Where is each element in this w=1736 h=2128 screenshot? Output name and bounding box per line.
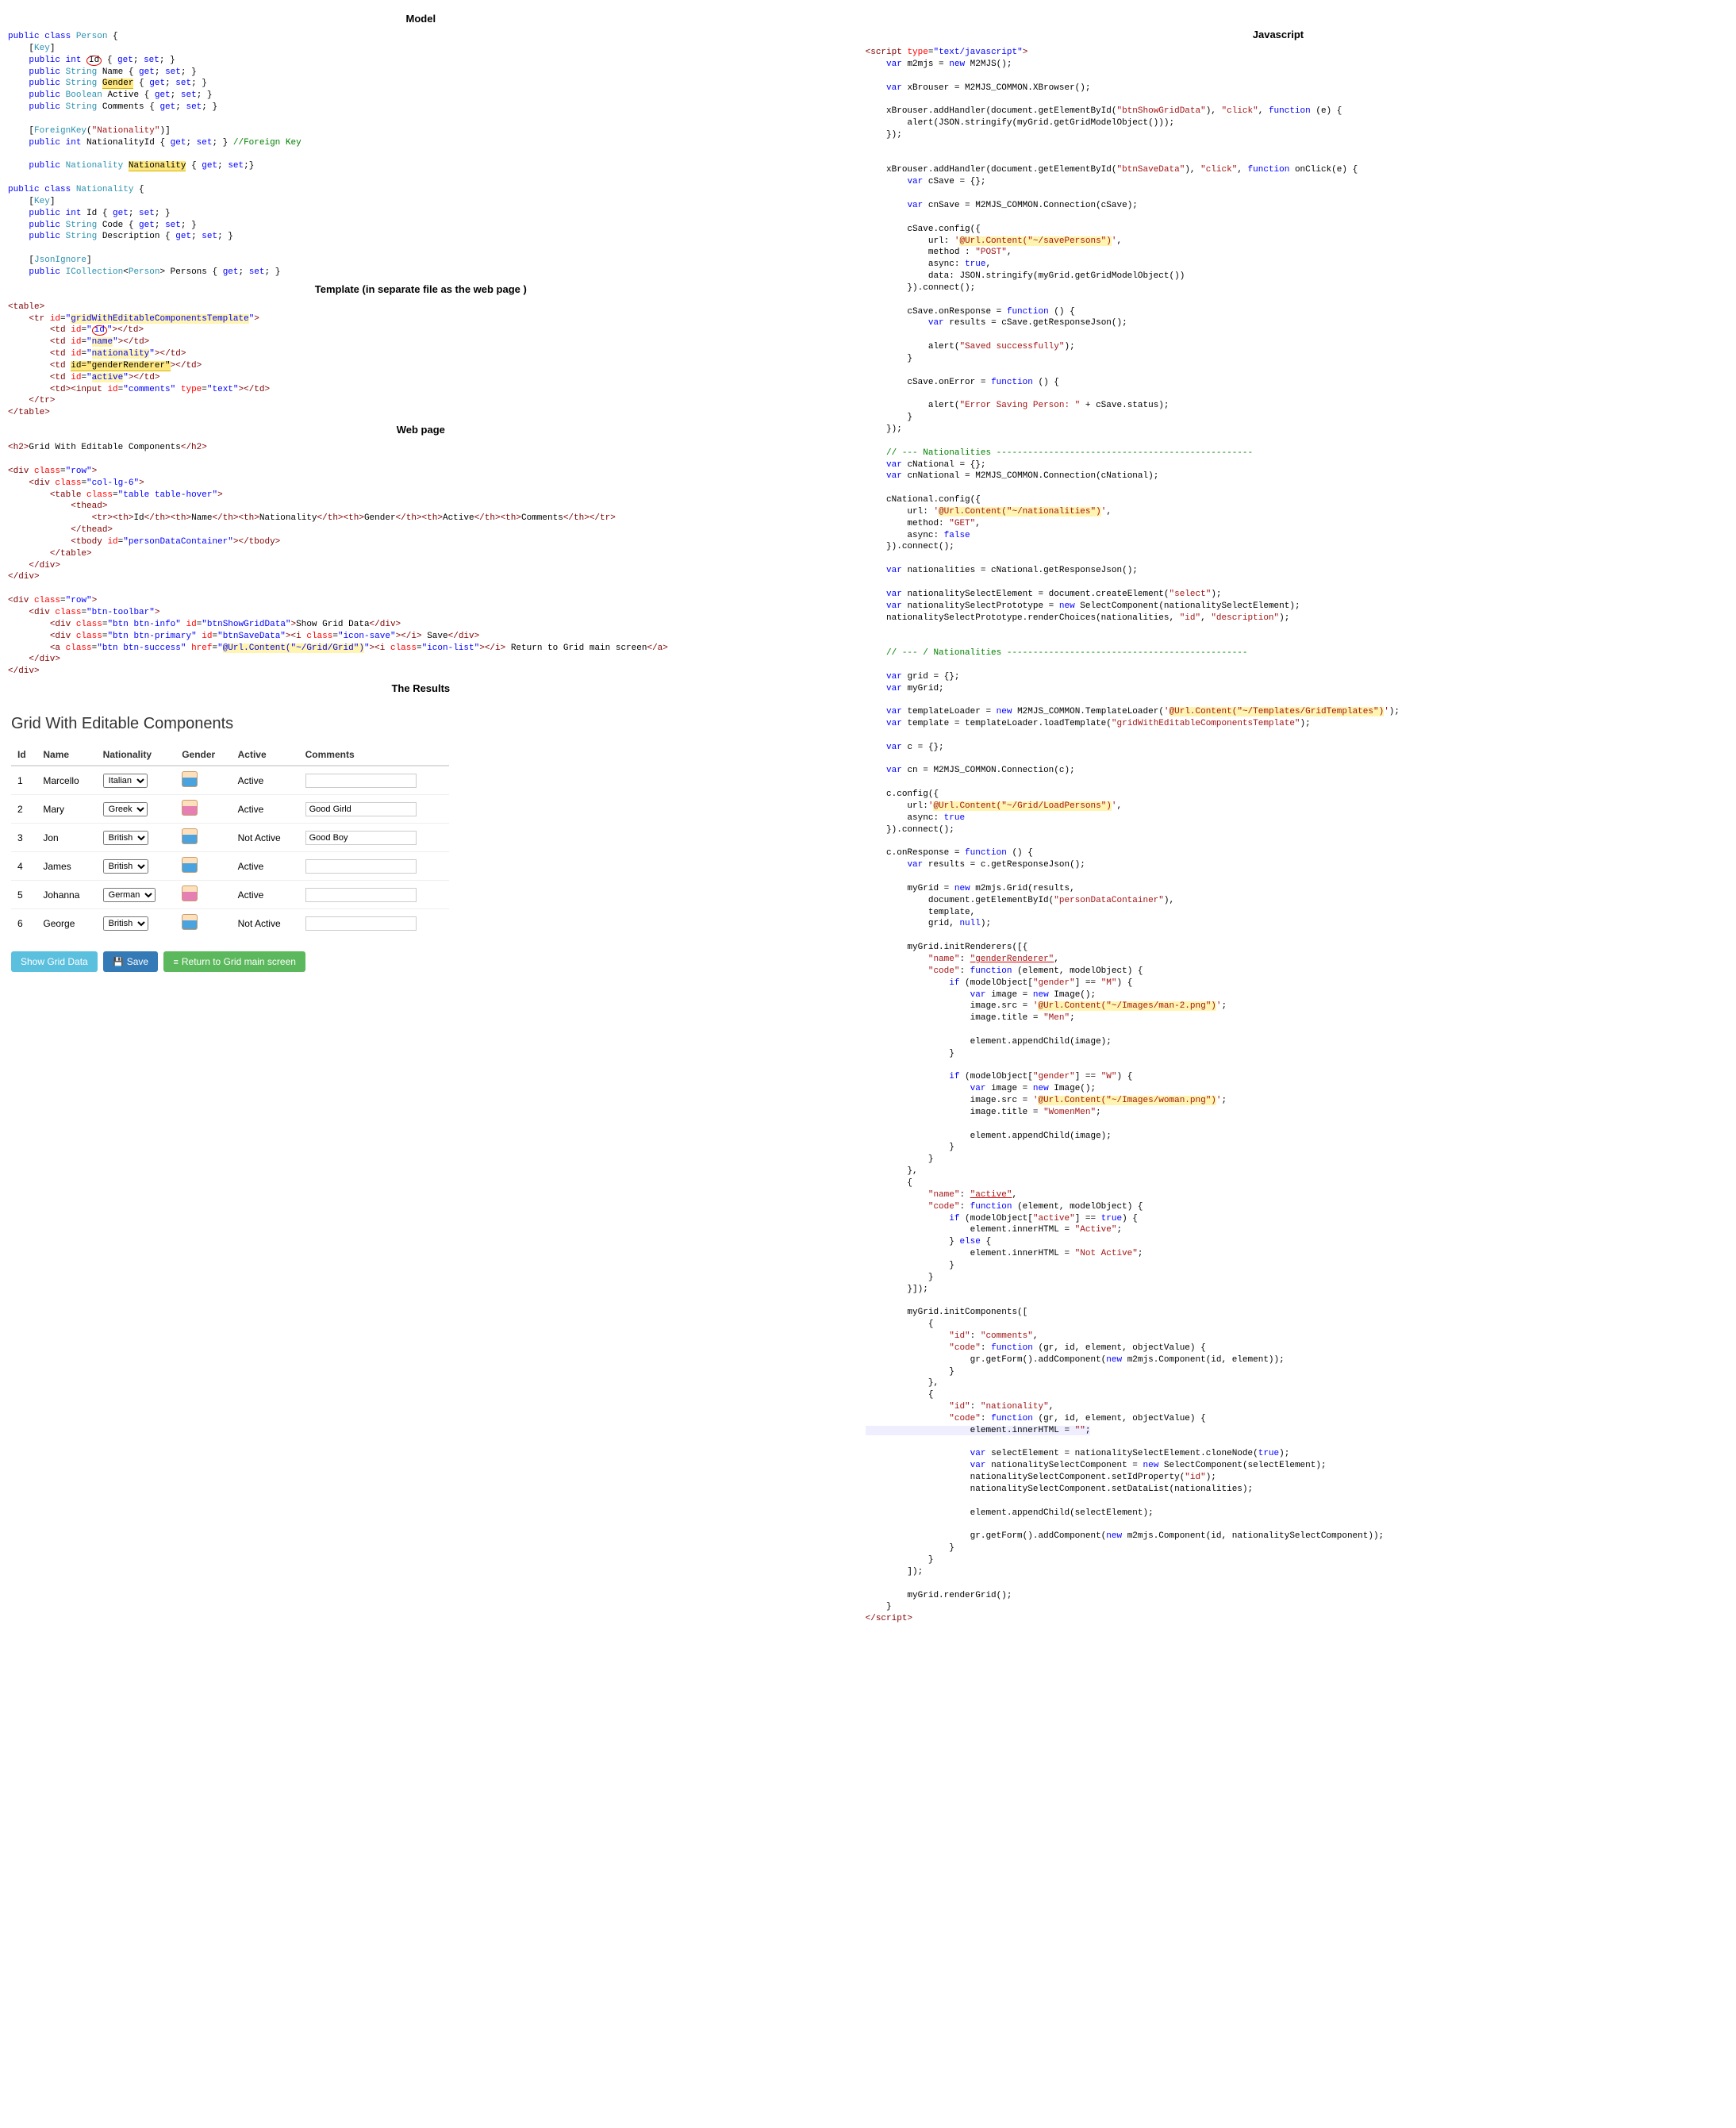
webpage-code-block: <h2>Grid With Editable Components</h2> <… <box>8 442 834 678</box>
cell-id: 3 <box>11 824 36 852</box>
col-id: Id <box>11 744 36 766</box>
gender-prop-highlight: Gender <box>102 79 134 89</box>
cell-id: 6 <box>11 909 36 938</box>
col-gender: Gender <box>175 744 231 766</box>
results-title: Grid With Editable Components <box>11 715 449 733</box>
results-table: Id Name Nationality Gender Active Commen… <box>11 744 449 937</box>
comments-input[interactable] <box>305 802 417 816</box>
cell-name: Marcello <box>36 766 96 795</box>
table-row: 4James British Active <box>11 852 449 881</box>
col-active: Active <box>232 744 299 766</box>
cell-gender <box>175 881 231 909</box>
template-heading: Template (in separate file as the web pa… <box>8 283 834 295</box>
active-name-hl: "active" <box>970 1190 1012 1200</box>
cell-name: George <box>36 909 96 938</box>
return-button[interactable]: ≡Return to Grid main screen <box>163 951 305 972</box>
cell-active: Active <box>232 852 299 881</box>
woman-icon <box>182 885 198 901</box>
show-grid-button[interactable]: Show Grid Data <box>11 951 98 972</box>
cell-id: 5 <box>11 881 36 909</box>
table-row: 3Jon British Not Active <box>11 824 449 852</box>
model-code-block: public class Person { [Key] public int I… <box>8 31 834 278</box>
save-button[interactable]: 💾Save <box>103 951 158 972</box>
javascript-heading: Javascript <box>866 29 1692 40</box>
cell-name: Mary <box>36 795 96 824</box>
cell-comments <box>299 881 449 909</box>
nationality-select[interactable]: British <box>103 831 148 845</box>
cell-active: Not Active <box>232 909 299 938</box>
nationality-select[interactable]: British <box>103 916 148 931</box>
cell-comments <box>299 852 449 881</box>
nationality-select[interactable]: German <box>103 888 156 902</box>
cell-gender <box>175 909 231 938</box>
comments-input[interactable] <box>305 916 417 931</box>
cell-comments <box>299 824 449 852</box>
cell-nat: British <box>97 909 176 938</box>
nationality-select[interactable]: Greek <box>103 802 148 816</box>
javascript-code-block: <script type="text/javascript"> var m2mj… <box>866 47 1692 1625</box>
cell-name: Johanna <box>36 881 96 909</box>
cell-id: 1 <box>11 766 36 795</box>
nationality-select[interactable]: Italian <box>103 774 148 788</box>
table-row: 1Marcello Italian Active <box>11 766 449 795</box>
cell-id: 4 <box>11 852 36 881</box>
template-code-block: <table> <tr id="gridWithEditableComponen… <box>8 302 834 419</box>
gender-renderer-highlight: id="genderRenderer" <box>71 361 170 371</box>
man-icon <box>182 914 198 930</box>
save-icon: 💾 <box>113 958 124 967</box>
cell-gender <box>175 795 231 824</box>
td-id-circle: id <box>92 325 107 336</box>
cell-gender <box>175 824 231 852</box>
cell-gender <box>175 852 231 881</box>
woman-icon <box>182 800 198 816</box>
table-row: 2Mary Greek Active <box>11 795 449 824</box>
cell-nat: Greek <box>97 795 176 824</box>
comments-input[interactable] <box>305 831 417 845</box>
nav-prop-highlight: Nationality <box>129 161 186 171</box>
results-render: Grid With Editable Components Id Name Na… <box>8 701 452 988</box>
id-prop-circle: Id <box>86 56 102 66</box>
table-row: 5Johanna German Active <box>11 881 449 909</box>
cell-comments <box>299 909 449 938</box>
cell-active: Active <box>232 766 299 795</box>
cell-active: Active <box>232 795 299 824</box>
man-icon <box>182 828 198 844</box>
comments-input[interactable] <box>305 859 417 874</box>
cell-gender <box>175 766 231 795</box>
cell-comments <box>299 766 449 795</box>
comments-input[interactable] <box>305 774 417 788</box>
results-heading: The Results <box>8 682 834 694</box>
comments-input[interactable] <box>305 888 417 902</box>
cell-comments <box>299 795 449 824</box>
cell-id: 2 <box>11 795 36 824</box>
list-icon: ≡ <box>173 958 178 967</box>
webpage-heading: Web page <box>8 424 834 436</box>
man-icon <box>182 771 198 787</box>
col-nat: Nationality <box>97 744 176 766</box>
cell-active: Not Active <box>232 824 299 852</box>
table-row: 6George British Not Active <box>11 909 449 938</box>
col-name: Name <box>36 744 96 766</box>
cell-name: James <box>36 852 96 881</box>
col-comments: Comments <box>299 744 449 766</box>
cell-nat: Italian <box>97 766 176 795</box>
cell-nat: British <box>97 824 176 852</box>
gender-renderer-name-hl: "genderRenderer" <box>970 955 1054 964</box>
cell-name: Jon <box>36 824 96 852</box>
cell-nat: German <box>97 881 176 909</box>
cell-nat: British <box>97 852 176 881</box>
model-heading: Model <box>8 13 834 25</box>
man-icon <box>182 857 198 873</box>
nationality-select[interactable]: British <box>103 859 148 874</box>
cell-active: Active <box>232 881 299 909</box>
